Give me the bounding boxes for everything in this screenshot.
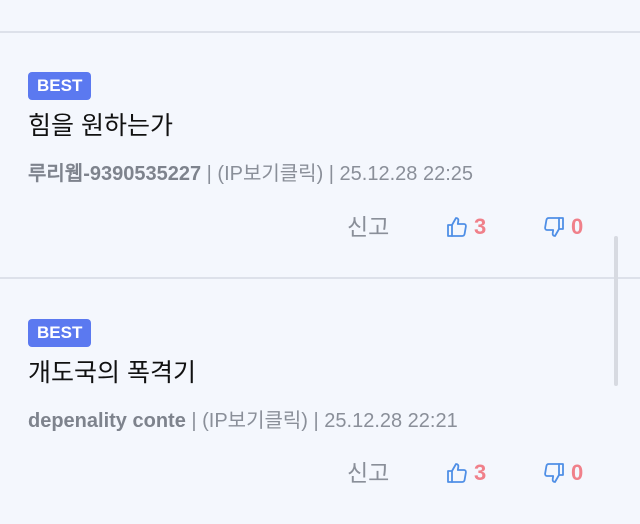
author-name[interactable]: 루리웹-9390535227 (28, 163, 201, 185)
comment-actions: 신고 3 0 (0, 210, 640, 244)
report-button[interactable]: 신고 (347, 456, 389, 490)
comment-text: 힘을 원하는가 (28, 112, 173, 140)
best-badge: BEST (28, 319, 92, 347)
downvote-button[interactable]: 0 (542, 456, 583, 490)
comment-timestamp: 25.12.28 22:25 (339, 163, 474, 185)
thumbs-down-icon (544, 217, 564, 237)
upvote-count: 3 (474, 214, 487, 239)
best-badge: BEST (28, 72, 92, 100)
upvote-button[interactable]: 3 (445, 210, 486, 244)
comment-divider (0, 277, 640, 279)
comment-item: BEST 개도국의 폭격기 depenality conte | (IP보기클릭… (28, 319, 608, 435)
report-button[interactable]: 신고 (347, 210, 389, 244)
meta-separator: | (307, 410, 325, 432)
downvote-button[interactable]: 0 (542, 210, 583, 244)
comment-meta: 루리웹-9390535227 | (IP보기클릭) | 25.12.28 22:… (28, 160, 608, 188)
thumbs-up-icon (447, 463, 467, 483)
upvote-count: 3 (474, 460, 487, 485)
thumbs-down-icon (544, 463, 564, 483)
comment-timestamp: 25.12.28 22:21 (324, 410, 458, 432)
downvote-count: 0 (571, 460, 584, 485)
meta-separator: | (323, 163, 340, 185)
meta-separator: | (201, 163, 218, 185)
comment-text: 개도국의 폭격기 (28, 359, 196, 387)
meta-separator: | (185, 410, 203, 432)
comment-item: BEST 힘을 원하는가 루리웹-9390535227 | (IP보기클릭) |… (28, 72, 608, 188)
comment-actions: 신고 3 0 (0, 456, 640, 490)
author-name[interactable]: depenality conte (28, 410, 186, 432)
upvote-button[interactable]: 3 (445, 456, 486, 490)
scrollbar-thumb[interactable] (614, 236, 618, 386)
thumbs-up-icon (447, 217, 467, 237)
comment-meta: depenality conte | (IP보기클릭) | 25.12.28 2… (28, 407, 608, 435)
top-divider (0, 31, 640, 33)
ip-link[interactable]: (IP보기클릭) (202, 410, 308, 432)
ip-link[interactable]: (IP보기클릭) (217, 163, 323, 185)
downvote-count: 0 (571, 214, 584, 239)
